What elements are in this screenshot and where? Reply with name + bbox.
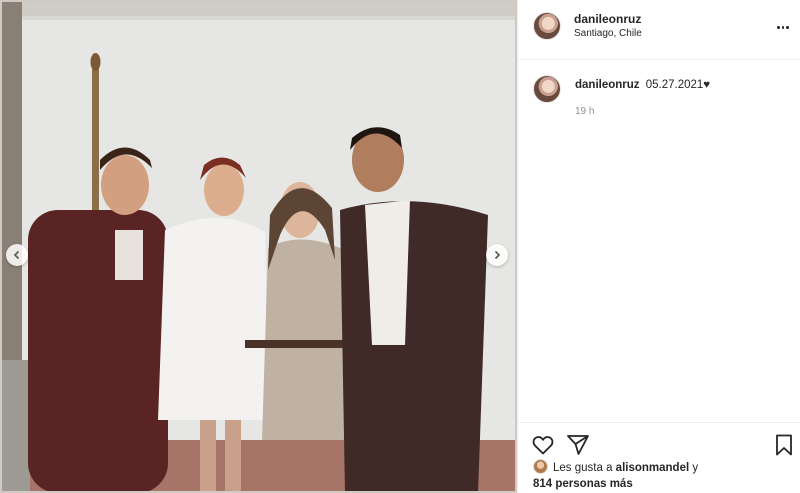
post-header: danileonruz Santiago, Chile: [518, 0, 800, 60]
heart-icon[interactable]: [531, 433, 555, 457]
post-sidebar: danileonruz Santiago, Chile Les gusta a …: [517, 0, 800, 493]
caption-username[interactable]: danileonruz: [575, 79, 640, 91]
liker-avatar: [533, 459, 548, 475]
more-icon: [777, 25, 780, 29]
caption-line: danileonruz 05.27.2021♥: [575, 79, 710, 91]
post-timestamp[interactable]: 19 h: [575, 106, 594, 117]
caption-text: 05.27.2021♥: [645, 79, 711, 91]
author-avatar[interactable]: [533, 12, 561, 40]
likes-joiner: y: [692, 462, 699, 474]
chevron-right-icon: [494, 250, 501, 260]
likes-summary[interactable]: Les gusta a alisonmandel y 814 personas …: [533, 459, 699, 492]
send-icon[interactable]: [566, 433, 590, 457]
next-photo-button[interactable]: [486, 244, 508, 266]
bookmark-icon[interactable]: [772, 433, 796, 457]
caption-avatar[interactable]: [533, 75, 561, 103]
chevron-left-icon: [13, 250, 20, 260]
likes-prefix: Les gusta a: [553, 462, 613, 474]
post-actions: [518, 422, 800, 462]
liker-username[interactable]: alisonmandel: [616, 462, 690, 474]
more-options-button[interactable]: [776, 20, 790, 34]
likes-others[interactable]: 814 personas más: [533, 478, 633, 490]
photo-image: [0, 0, 517, 493]
author-username[interactable]: danileonruz: [574, 12, 641, 26]
previous-photo-button[interactable]: [6, 244, 28, 266]
post-photo[interactable]: [0, 0, 517, 493]
post-location[interactable]: Santiago, Chile: [574, 28, 642, 39]
post-caption: [518, 60, 800, 420]
